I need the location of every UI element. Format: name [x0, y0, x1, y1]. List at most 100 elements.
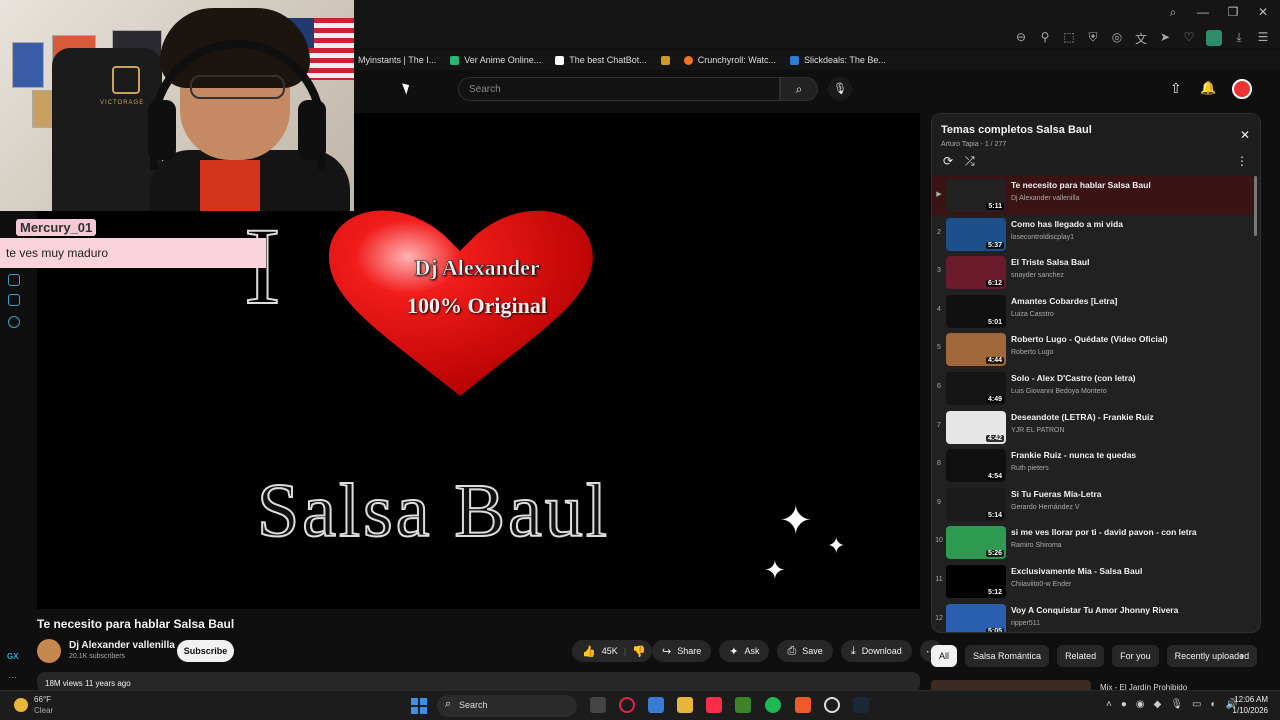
chevron-right-icon[interactable]: ›: [1240, 649, 1244, 663]
chevron-up-icon[interactable]: ˄: [1106, 699, 1112, 710]
playlist-item-thumbnail[interactable]: 5:37: [946, 217, 1006, 251]
chip-for-you[interactable]: For you: [1112, 645, 1159, 667]
playlist-item[interactable]: 7 4:42 Deseandote (LETRA) - Frankie Ruiz YJ…: [932, 408, 1254, 447]
playlist-item-title[interactable]: Amantes Cobardes [Letra]: [1011, 296, 1247, 306]
translate-icon[interactable]: 文: [1134, 30, 1148, 47]
playlist-item[interactable]: 5 4:44 Roberto Lugo - Quédate (Video Ofici…: [932, 330, 1254, 369]
send-icon[interactable]: ➤: [1158, 30, 1172, 47]
close-icon[interactable]: ✕: [1240, 128, 1250, 142]
playlist-item-thumbnail[interactable]: 4:44: [946, 333, 1006, 367]
next-recommendation-thumb[interactable]: [931, 680, 1091, 690]
minecraft-icon[interactable]: [735, 697, 751, 713]
tray-app-icon[interactable]: ◉: [1136, 699, 1145, 710]
bookmark-crunchyroll[interactable]: Crunchyroll: Watc...: [683, 55, 776, 65]
search-icon[interactable]: ⌕: [1164, 5, 1182, 20]
playlist-item-thumbnail[interactable]: 5:26: [946, 526, 1006, 560]
playlist-item[interactable]: 3 6:12 El Triste Salsa Baul snayder sanchez: [932, 253, 1254, 292]
playlist-item-title[interactable]: Voy A Conquistar Tu Amor Jhonny Rivera: [1011, 605, 1247, 615]
playlist-item-title[interactable]: Te necesito para hablar Salsa Baul: [1011, 180, 1247, 190]
playlist-item[interactable]: ▶ 5:11 Te necesito para hablar Salsa Baul D…: [932, 176, 1254, 215]
playlist-item-title[interactable]: Como has llegado a mi vida: [1011, 219, 1247, 229]
account-avatar[interactable]: [1232, 79, 1252, 99]
download-sidebar-icon[interactable]: [8, 274, 20, 286]
more-icon[interactable]: ···: [8, 672, 17, 682]
playlist-item-thumbnail[interactable]: 5:12: [946, 564, 1006, 598]
zoom-icon[interactable]: ⊖: [1014, 30, 1028, 47]
taskbar-search[interactable]: Search: [437, 695, 577, 717]
search-button[interactable]: ⌕: [780, 77, 818, 101]
display-icon[interactable]: ▭: [1192, 699, 1201, 710]
tray-app-icon[interactable]: ◆: [1154, 699, 1162, 710]
playlist-item[interactable]: 2 5:37 Como has llegado a mi vida losecontr…: [932, 215, 1254, 254]
chip-all[interactable]: All: [931, 645, 958, 667]
clock[interactable]: 12:06 AM 1/10/2026: [1230, 694, 1268, 716]
weather-temp[interactable]: 66°F: [34, 695, 51, 704]
playlist-title[interactable]: Temas completos Salsa Baul: [941, 124, 1092, 136]
weather-desc[interactable]: Clear: [34, 706, 53, 715]
bookmark-chatbot[interactable]: The best ChatBot...: [555, 55, 647, 65]
store-icon[interactable]: [648, 697, 664, 713]
bookmark-ver-anime[interactable]: Ver Anime Online...: [450, 55, 541, 65]
playlist-item-thumbnail[interactable]: 4:49: [946, 371, 1006, 405]
app-icon[interactable]: [795, 697, 811, 713]
playlist-item-title[interactable]: si me ves llorar por ti - david pavon - …: [1011, 527, 1247, 537]
search-input[interactable]: Search: [458, 77, 780, 101]
like-button[interactable]: 👍 45K | 👎: [572, 640, 652, 662]
playlist-item-thumbnail[interactable]: 6:12: [946, 256, 1006, 290]
steam-icon[interactable]: [853, 697, 869, 713]
bookmark-slickdeals[interactable]: Slickdeals: The Be...: [789, 55, 886, 65]
playlist-item[interactable]: 9 5:14 Si Tu Fueras Mía-Letra Gerardo Herná…: [932, 485, 1254, 524]
playlist-scrollbar[interactable]: [1254, 176, 1257, 236]
tray-app-icon[interactable]: ●: [1121, 699, 1127, 710]
share-button[interactable]: ↪ Share: [652, 640, 712, 662]
save-button[interactable]: ⎙ Save: [777, 640, 833, 662]
playlist-item[interactable]: 11 5:12 Exclusivamente Mia - Salsa Baul Chi…: [932, 562, 1254, 601]
bookmark-myinstants[interactable]: Myinstants | The I...: [358, 55, 436, 65]
playlist-item[interactable]: 8 4:54 Frankie Ruiz - nunca te quedas Ruth …: [932, 446, 1254, 485]
history-sidebar-icon[interactable]: [8, 294, 20, 306]
microphone-icon[interactable]: 🎙: [1170, 699, 1183, 710]
screenshot-icon[interactable]: ⬚: [1062, 30, 1076, 47]
chip-salsa-romantica[interactable]: Salsa Romántica: [965, 645, 1050, 667]
channel-avatar[interactable]: [37, 639, 61, 663]
task-view-icon[interactable]: [590, 697, 606, 713]
playlist-item-title[interactable]: Roberto Lugo - Quédate (Video Oficial): [1011, 334, 1247, 344]
channel-name[interactable]: Dj Alexander vallenilla: [69, 640, 175, 651]
voice-search-button[interactable]: 🎙: [828, 77, 852, 101]
close-icon[interactable]: ✕: [1254, 5, 1272, 20]
spotify-icon[interactable]: [765, 697, 781, 713]
more-vert-icon[interactable]: ⋮: [1236, 154, 1248, 168]
windows-start-icon[interactable]: [411, 698, 427, 714]
vpn-icon[interactable]: ◎: [1110, 30, 1124, 47]
description-box[interactable]: 18M views 11 years ago: [37, 672, 920, 692]
gx-icon[interactable]: GX: [7, 652, 19, 661]
playlist-item-thumbnail[interactable]: 5:11: [946, 179, 1006, 212]
playlist-item-thumbnail[interactable]: 4:42: [946, 410, 1006, 444]
github-icon[interactable]: [824, 697, 840, 713]
opera-gx-icon[interactable]: [619, 697, 635, 713]
menu-icon[interactable]: ☰: [1256, 30, 1270, 47]
playlist-item[interactable]: 4 5:01 Amantes Cobardes [Letra] Luiza Casst…: [932, 292, 1254, 331]
playlist-item[interactable]: 12 5:05 Voy A Conquistar Tu Amor Jhonny Ri…: [932, 601, 1254, 632]
playlist-item-thumbnail[interactable]: 5:01: [946, 294, 1006, 328]
notifications-bell-icon[interactable]: 🔔: [1200, 80, 1216, 96]
pin-icon[interactable]: ⚲: [1038, 30, 1052, 47]
weather-moon-icon[interactable]: [14, 698, 28, 712]
playlist-item-title[interactable]: Solo - Alex D'Castro (con letra): [1011, 373, 1247, 383]
music-icon[interactable]: [706, 697, 722, 713]
playlist-item-title[interactable]: Si Tu Fueras Mía-Letra: [1011, 489, 1247, 499]
ask-button[interactable]: ✦ Ask: [719, 640, 770, 662]
playlist-item-thumbnail[interactable]: 5:05: [946, 603, 1006, 632]
file-explorer-icon[interactable]: [677, 697, 693, 713]
playlist-item[interactable]: 10 5:26 si me ves llorar por ti - david pa…: [932, 523, 1254, 562]
bookmark-unlabeled[interactable]: [660, 55, 670, 65]
heart-icon[interactable]: ♡: [1182, 30, 1196, 47]
playlist-item-title[interactable]: Frankie Ruiz - nunca te quedas: [1011, 450, 1247, 460]
settings-sidebar-icon[interactable]: [8, 316, 20, 328]
network-icon[interactable]: ◐: [1210, 699, 1216, 710]
playlist-item-thumbnail[interactable]: 5:14: [946, 487, 1006, 521]
download-button[interactable]: ⤓ Download: [840, 640, 912, 662]
upload-icon[interactable]: ⇧: [1170, 80, 1182, 97]
download-icon[interactable]: ⤓: [1232, 30, 1246, 47]
shuffle-icon[interactable]: ⤮: [965, 154, 975, 169]
